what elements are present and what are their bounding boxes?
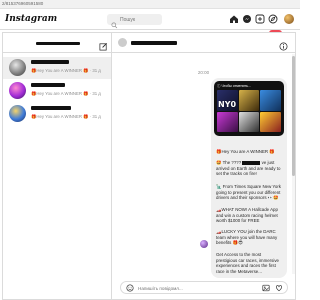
sender-avatar[interactable] xyxy=(200,240,208,248)
image-upload-icon[interactable] xyxy=(262,284,270,292)
thread-name-redacted xyxy=(31,83,65,87)
conversation-name-redacted[interactable] xyxy=(131,41,177,45)
direct-inbox: 🎁Hey You are A WINNER 🎁 · 31 д 🎁Hey You … xyxy=(2,32,296,300)
message-line-start: 🤩 The ???? xyxy=(216,160,242,165)
message-input[interactable] xyxy=(138,283,238,293)
thread-preview: 🎁Hey You are A WINNER 🎁 · 31 д xyxy=(31,91,101,96)
message-timestamp: 20:00 xyxy=(197,70,210,75)
thread-avatar xyxy=(9,105,26,122)
profile-avatar[interactable] xyxy=(284,14,294,24)
conversation-scrollbar[interactable] xyxy=(292,54,295,274)
conversation-avatar[interactable] xyxy=(118,38,127,47)
message-line: 🏎️LUCKY YOU join the DARC team where you… xyxy=(216,229,278,246)
browser-url-bar[interactable]: 2/815376960591580 xyxy=(0,0,300,9)
message-bubble[interactable]: ⓘ Чтобы отменить... NY0 🎁Hey You are A W… xyxy=(211,78,287,278)
shared-post-card[interactable]: ⓘ Чтобы отменить... NY0 xyxy=(214,81,284,136)
message-line: 🎁Hey You are A WINNER 🎁 xyxy=(216,149,275,154)
conversation-panel: 20:00 ⓘ Чтобы отменить... NY0 🎁Hey You a… xyxy=(112,33,295,299)
search-icon xyxy=(111,16,118,29)
message-line: 🏎️WHAT NOW! A Hallcade App and win a cus… xyxy=(216,207,278,224)
thread-name-redacted xyxy=(31,106,71,110)
message-line: 🤩 The ???? ve just arrived on Earth and … xyxy=(216,160,282,177)
shared-post-title: NY0 xyxy=(218,100,237,109)
shared-post-image xyxy=(217,90,281,132)
thread-item[interactable]: 🎁Hey You are A WINNER 🎁 · 31 д xyxy=(3,103,111,125)
thread-name-redacted xyxy=(31,60,69,64)
messenger-icon[interactable] xyxy=(242,14,252,24)
redacted-text xyxy=(242,160,261,165)
thread-item[interactable]: 🎁Hey You are A WINNER 🎁 · 31 д xyxy=(3,57,111,79)
home-icon[interactable] xyxy=(229,14,239,24)
message-line: Get Access to the most prestigious car r… xyxy=(216,252,279,274)
new-post-icon[interactable] xyxy=(255,14,265,24)
instagram-logo[interactable]: Instagram xyxy=(5,14,57,24)
info-icon[interactable] xyxy=(279,38,288,51)
threads-header xyxy=(3,33,111,53)
shared-post-header: ⓘ Чтобы отменить... xyxy=(217,84,251,88)
conversation-header xyxy=(112,33,295,53)
thread-preview: 🎁Hey You are A WINNER 🎁 · 31 д xyxy=(31,68,101,73)
url-text: 2/815376960591580 xyxy=(2,1,44,6)
heart-icon[interactable] xyxy=(275,284,283,292)
thread-avatar xyxy=(9,59,26,76)
thread-preview: 🎁Hey You are A WINNER 🎁 · 31 д xyxy=(31,114,101,119)
search-box[interactable] xyxy=(107,14,162,29)
thread-item[interactable]: 🎁Hey You are A WINNER 🎁 · 31 д xyxy=(3,80,111,102)
message-composer xyxy=(120,281,288,294)
scrollbar-thumb[interactable] xyxy=(292,56,295,176)
account-name-redacted[interactable] xyxy=(36,42,80,45)
search-input[interactable] xyxy=(120,15,160,24)
emoji-icon[interactable] xyxy=(126,284,134,292)
top-navigation: Instagram xyxy=(0,9,300,30)
thread-avatar xyxy=(9,82,26,99)
message-line: 🗽 From Times Square New York going to pr… xyxy=(216,184,282,201)
explore-icon[interactable] xyxy=(268,14,278,24)
compose-icon[interactable] xyxy=(99,38,108,51)
threads-panel: 🎁Hey You are A WINNER 🎁 · 31 д 🎁Hey You … xyxy=(3,33,112,299)
